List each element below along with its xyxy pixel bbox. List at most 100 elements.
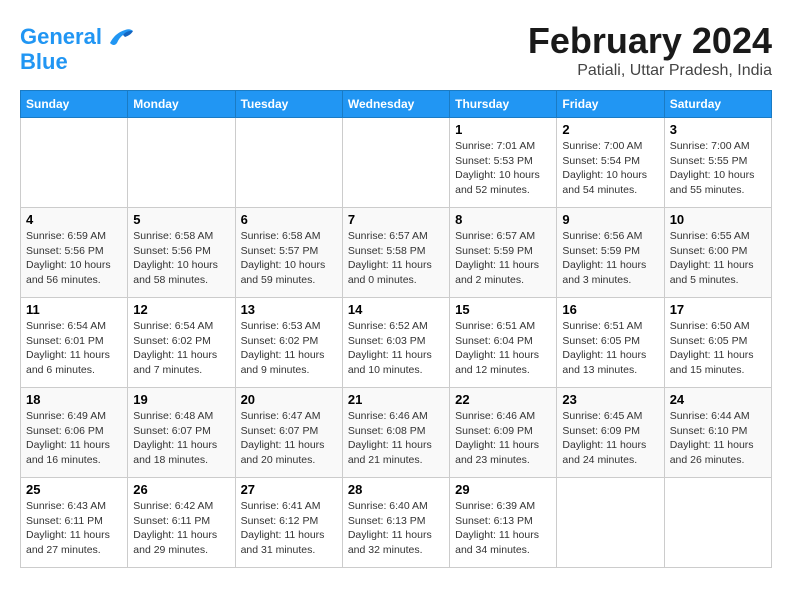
- day-number: 6: [241, 212, 337, 227]
- day-number: 25: [26, 482, 122, 497]
- calendar-cell: 20 Sunrise: 6:47 AM Sunset: 6:07 PM Dayli…: [235, 388, 342, 478]
- day-info: Sunrise: 6:51 AM Sunset: 6:05 PM Dayligh…: [562, 319, 658, 378]
- calendar-cell: 14 Sunrise: 6:52 AM Sunset: 6:03 PM Dayli…: [342, 298, 449, 388]
- day-info: Sunrise: 6:44 AM Sunset: 6:10 PM Dayligh…: [670, 409, 766, 468]
- day-number: 5: [133, 212, 229, 227]
- day-info: Sunrise: 6:43 AM Sunset: 6:11 PM Dayligh…: [26, 499, 122, 558]
- day-number: 20: [241, 392, 337, 407]
- day-info: Sunrise: 6:58 AM Sunset: 5:57 PM Dayligh…: [241, 229, 337, 288]
- day-number: 18: [26, 392, 122, 407]
- calendar-cell: 5 Sunrise: 6:58 AM Sunset: 5:56 PM Daylig…: [128, 208, 235, 298]
- day-number: 9: [562, 212, 658, 227]
- calendar-cell: [342, 118, 449, 208]
- day-info: Sunrise: 6:52 AM Sunset: 6:03 PM Dayligh…: [348, 319, 444, 378]
- calendar-cell: 17 Sunrise: 6:50 AM Sunset: 6:05 PM Dayli…: [664, 298, 771, 388]
- day-number: 8: [455, 212, 551, 227]
- calendar-cell: [664, 478, 771, 568]
- page-header: General Blue February 2024 Patiali, Utta…: [20, 20, 772, 80]
- weekday-header-monday: Monday: [128, 91, 235, 118]
- calendar-cell: 27Sunrise: 6:41 AM Sunset: 6:12 PM Dayli…: [235, 478, 342, 568]
- weekday-header-sunday: Sunday: [21, 91, 128, 118]
- day-number: 29: [455, 482, 551, 497]
- day-number: 22: [455, 392, 551, 407]
- calendar-week-row: 25 Sunrise: 6:43 AM Sunset: 6:11 PM Dayli…: [21, 478, 772, 568]
- calendar-cell: 22 Sunrise: 6:46 AM Sunset: 6:09 PM Dayli…: [450, 388, 557, 478]
- calendar-cell: 9 Sunrise: 6:56 AM Sunset: 5:59 PM Daylig…: [557, 208, 664, 298]
- calendar-cell: 8 Sunrise: 6:57 AM Sunset: 5:59 PM Daylig…: [450, 208, 557, 298]
- calendar-cell: [128, 118, 235, 208]
- day-info: Sunrise: 7:00 AM Sunset: 5:54 PM Dayligh…: [562, 139, 658, 198]
- logo-line1: General: [20, 25, 135, 50]
- day-info: Sunrise: 6:42 AM Sunset: 6:11 PM Dayligh…: [133, 499, 229, 558]
- day-info: Sunrise: 6:45 AM Sunset: 6:09 PM Dayligh…: [562, 409, 658, 468]
- weekday-header-saturday: Saturday: [664, 91, 771, 118]
- logo-bird-icon: [105, 25, 135, 50]
- day-number: 15: [455, 302, 551, 317]
- day-number: 13: [241, 302, 337, 317]
- day-info: Sunrise: 6:55 AM Sunset: 6:00 PM Dayligh…: [670, 229, 766, 288]
- calendar-cell: 11 Sunrise: 6:54 AM Sunset: 6:01 PM Dayli…: [21, 298, 128, 388]
- day-number: 21: [348, 392, 444, 407]
- day-info: Sunrise: 6:46 AM Sunset: 6:08 PM Dayligh…: [348, 409, 444, 468]
- day-info: Sunrise: 6:50 AM Sunset: 6:05 PM Dayligh…: [670, 319, 766, 378]
- calendar-cell: 7 Sunrise: 6:57 AM Sunset: 5:58 PM Daylig…: [342, 208, 449, 298]
- calendar-table: SundayMondayTuesdayWednesdayThursdayFrid…: [20, 90, 772, 568]
- day-number: 3: [670, 122, 766, 137]
- weekday-header-row: SundayMondayTuesdayWednesdayThursdayFrid…: [21, 91, 772, 118]
- day-info: Sunrise: 6:56 AM Sunset: 5:59 PM Dayligh…: [562, 229, 658, 288]
- day-number: 11: [26, 302, 122, 317]
- day-info: Sunrise: 6:54 AM Sunset: 6:01 PM Dayligh…: [26, 319, 122, 378]
- day-number: 16: [562, 302, 658, 317]
- calendar-cell: 16 Sunrise: 6:51 AM Sunset: 6:05 PM Dayli…: [557, 298, 664, 388]
- calendar-cell: 4 Sunrise: 6:59 AM Sunset: 5:56 PM Daylig…: [21, 208, 128, 298]
- day-number: 10: [670, 212, 766, 227]
- calendar-week-row: 4 Sunrise: 6:59 AM Sunset: 5:56 PM Daylig…: [21, 208, 772, 298]
- calendar-cell: 10 Sunrise: 6:55 AM Sunset: 6:00 PM Dayli…: [664, 208, 771, 298]
- day-info: Sunrise: 6:57 AM Sunset: 5:59 PM Dayligh…: [455, 229, 551, 288]
- logo: General Blue: [20, 25, 135, 74]
- day-info: Sunrise: 6:51 AM Sunset: 6:04 PM Dayligh…: [455, 319, 551, 378]
- weekday-header-wednesday: Wednesday: [342, 91, 449, 118]
- calendar-cell: 28 Sunrise: 6:40 AM Sunset: 6:13 PM Dayli…: [342, 478, 449, 568]
- day-info: Sunrise: 6:48 AM Sunset: 6:07 PM Dayligh…: [133, 409, 229, 468]
- day-info: Sunrise: 6:57 AM Sunset: 5:58 PM Dayligh…: [348, 229, 444, 288]
- day-info: Sunrise: 6:40 AM Sunset: 6:13 PM Dayligh…: [348, 499, 444, 558]
- day-number: 2: [562, 122, 658, 137]
- day-number: 14: [348, 302, 444, 317]
- day-info: Sunrise: 6:46 AM Sunset: 6:09 PM Dayligh…: [455, 409, 551, 468]
- calendar-cell: 2 Sunrise: 7:00 AM Sunset: 5:54 PM Daylig…: [557, 118, 664, 208]
- day-number: 28: [348, 482, 444, 497]
- calendar-cell: 29Sunrise: 6:39 AM Sunset: 6:13 PM Dayli…: [450, 478, 557, 568]
- calendar-cell: 21 Sunrise: 6:46 AM Sunset: 6:08 PM Dayli…: [342, 388, 449, 478]
- calendar-cell: [21, 118, 128, 208]
- month-title: February 2024: [528, 20, 772, 62]
- calendar-cell: 26 Sunrise: 6:42 AM Sunset: 6:11 PM Dayli…: [128, 478, 235, 568]
- day-number: 24: [670, 392, 766, 407]
- day-number: 7: [348, 212, 444, 227]
- day-number: 19: [133, 392, 229, 407]
- calendar-week-row: 1Sunrise: 7:01 AM Sunset: 5:53 PM Daylig…: [21, 118, 772, 208]
- day-number: 17: [670, 302, 766, 317]
- calendar-cell: 24 Sunrise: 6:44 AM Sunset: 6:10 PM Dayli…: [664, 388, 771, 478]
- weekday-header-thursday: Thursday: [450, 91, 557, 118]
- calendar-week-row: 18Sunrise: 6:49 AM Sunset: 6:06 PM Dayli…: [21, 388, 772, 478]
- day-info: Sunrise: 6:54 AM Sunset: 6:02 PM Dayligh…: [133, 319, 229, 378]
- calendar-cell: 12 Sunrise: 6:54 AM Sunset: 6:02 PM Dayli…: [128, 298, 235, 388]
- day-info: Sunrise: 6:59 AM Sunset: 5:56 PM Dayligh…: [26, 229, 122, 288]
- day-info: Sunrise: 6:47 AM Sunset: 6:07 PM Dayligh…: [241, 409, 337, 468]
- calendar-cell: 6 Sunrise: 6:58 AM Sunset: 5:57 PM Daylig…: [235, 208, 342, 298]
- day-number: 4: [26, 212, 122, 227]
- day-number: 27: [241, 482, 337, 497]
- location-title: Patiali, Uttar Pradesh, India: [528, 62, 772, 80]
- day-number: 12: [133, 302, 229, 317]
- day-number: 1: [455, 122, 551, 137]
- calendar-cell: 23Sunrise: 6:45 AM Sunset: 6:09 PM Dayli…: [557, 388, 664, 478]
- weekday-header-friday: Friday: [557, 91, 664, 118]
- logo-line2: Blue: [20, 50, 135, 74]
- title-block: February 2024 Patiali, Uttar Pradesh, In…: [528, 20, 772, 80]
- calendar-cell: 19 Sunrise: 6:48 AM Sunset: 6:07 PM Dayli…: [128, 388, 235, 478]
- calendar-week-row: 11 Sunrise: 6:54 AM Sunset: 6:01 PM Dayli…: [21, 298, 772, 388]
- day-info: Sunrise: 6:58 AM Sunset: 5:56 PM Dayligh…: [133, 229, 229, 288]
- day-number: 26: [133, 482, 229, 497]
- calendar-cell: [557, 478, 664, 568]
